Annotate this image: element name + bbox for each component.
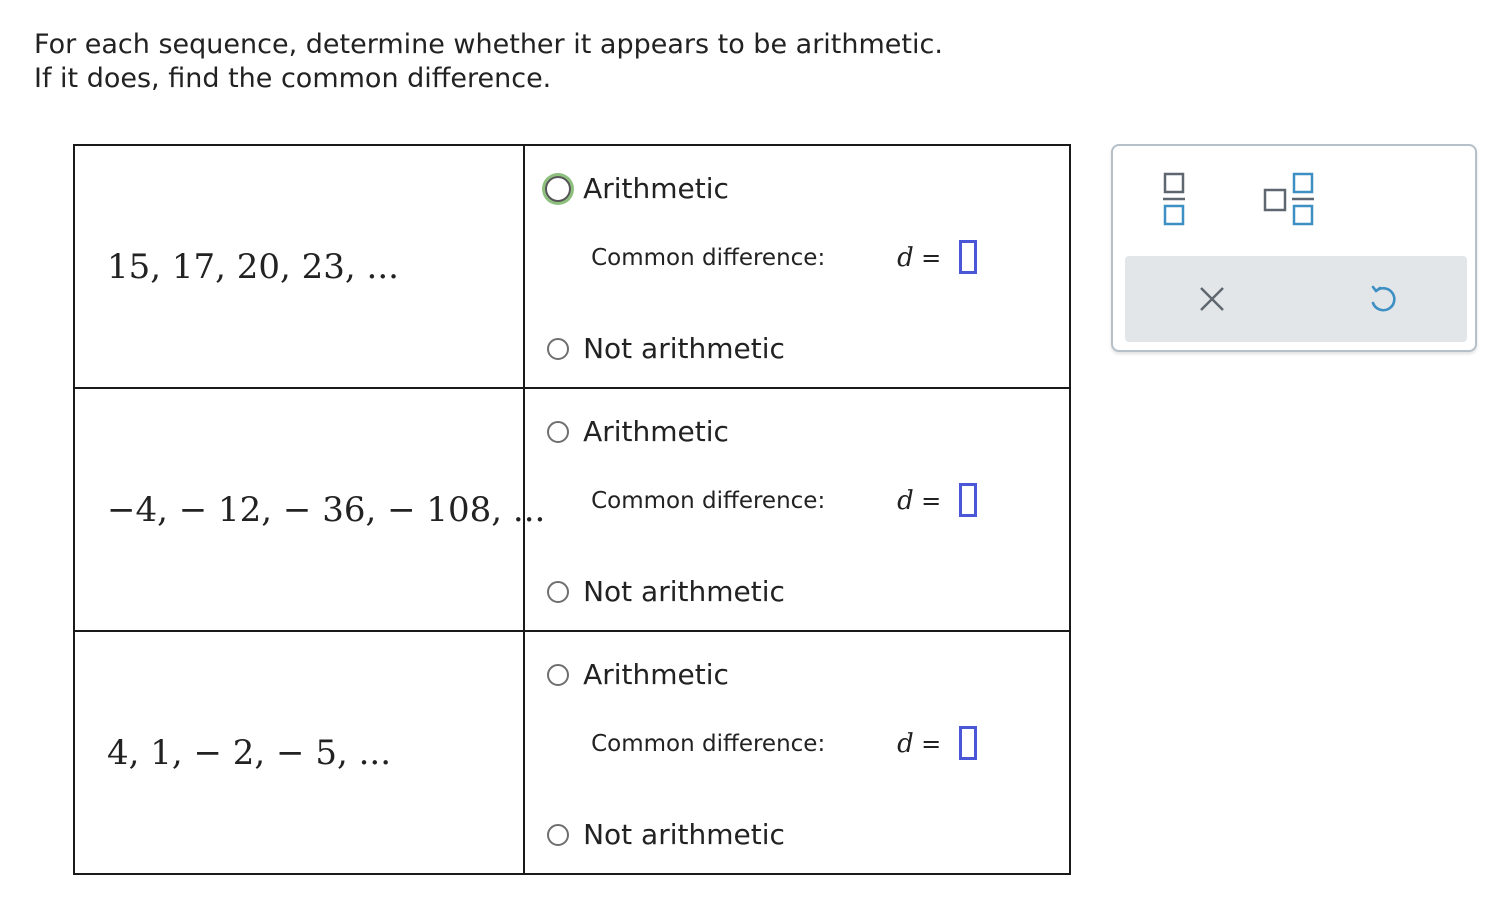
not-arithmetic-option[interactable]: Not arithmetic	[547, 575, 785, 608]
table-row: −4, − 12, − 36, − 108, ... Arithmetic Co…	[72, 387, 1071, 632]
common-difference-row: Common difference: d =	[591, 238, 991, 278]
arithmetic-option[interactable]: Arithmetic	[547, 415, 729, 448]
common-difference-row: Common difference: d =	[591, 724, 991, 764]
choice-cell: Arithmetic Common difference: d = Not ar…	[523, 387, 1071, 632]
common-difference-label: Common difference:	[591, 245, 826, 271]
arithmetic-option[interactable]: Arithmetic	[547, 658, 729, 691]
fraction-icon[interactable]	[1163, 172, 1185, 226]
sequence-table: 15, 17, 20, 23, ... Arithmetic Common di…	[72, 144, 1071, 875]
common-difference-input[interactable]	[959, 483, 978, 517]
equals-sign: =	[921, 487, 942, 515]
sequence-text: 15, 17, 20, 23, ...	[107, 246, 399, 287]
sequence-cell: −4, − 12, − 36, − 108, ...	[72, 387, 545, 632]
arithmetic-label: Arithmetic	[583, 172, 729, 205]
instructions: For each sequence, determine whether it …	[34, 28, 943, 96]
not-arithmetic-option[interactable]: Not arithmetic	[547, 818, 785, 851]
sequence-cell: 15, 17, 20, 23, ...	[72, 144, 525, 389]
instructions-line-2: If it does, find the common difference.	[34, 63, 552, 94]
choice-cell: Arithmetic Common difference: d = Not ar…	[523, 144, 1071, 389]
not-arithmetic-label: Not arithmetic	[583, 818, 785, 851]
d-variable: d	[897, 243, 914, 273]
not-arithmetic-option[interactable]: Not arithmetic	[547, 332, 785, 365]
d-variable: d	[897, 729, 914, 759]
not-arithmetic-radio[interactable]	[547, 580, 570, 603]
table-row: 4, 1, − 2, − 5, ... Arithmetic Common di…	[72, 630, 1071, 875]
sequence-cell: 4, 1, − 2, − 5, ...	[72, 630, 525, 875]
choice-cell: Arithmetic Common difference: d = Not ar…	[523, 630, 1071, 875]
arithmetic-option[interactable]: Arithmetic	[545, 172, 729, 205]
common-difference-label: Common difference:	[591, 488, 826, 514]
arithmetic-radio[interactable]	[547, 420, 570, 443]
d-variable: d	[897, 486, 914, 516]
common-difference-input[interactable]	[959, 240, 978, 274]
arithmetic-label: Arithmetic	[583, 658, 729, 691]
action-bar	[1125, 256, 1467, 342]
not-arithmetic-label: Not arithmetic	[583, 575, 785, 608]
math-tool-panel	[1111, 144, 1477, 352]
not-arithmetic-radio[interactable]	[547, 337, 570, 360]
equals-sign: =	[921, 244, 942, 272]
mixed-number-icon[interactable]	[1263, 172, 1315, 226]
sequence-text: −4, − 12, − 36, − 108, ...	[107, 489, 546, 530]
common-difference-input[interactable]	[959, 726, 978, 760]
undo-icon[interactable]	[1367, 284, 1397, 314]
not-arithmetic-radio[interactable]	[547, 823, 570, 846]
arithmetic-radio[interactable]	[545, 175, 572, 202]
instructions-line-1: For each sequence, determine whether it …	[34, 29, 943, 60]
table-row: 15, 17, 20, 23, ... Arithmetic Common di…	[72, 144, 1071, 389]
common-difference-label: Common difference:	[591, 731, 826, 757]
arithmetic-label: Arithmetic	[583, 415, 729, 448]
sequence-text: 4, 1, − 2, − 5, ...	[107, 732, 392, 773]
equals-sign: =	[921, 730, 942, 758]
common-difference-row: Common difference: d =	[591, 481, 991, 521]
not-arithmetic-label: Not arithmetic	[583, 332, 785, 365]
clear-icon[interactable]	[1199, 286, 1225, 312]
arithmetic-radio[interactable]	[547, 663, 570, 686]
